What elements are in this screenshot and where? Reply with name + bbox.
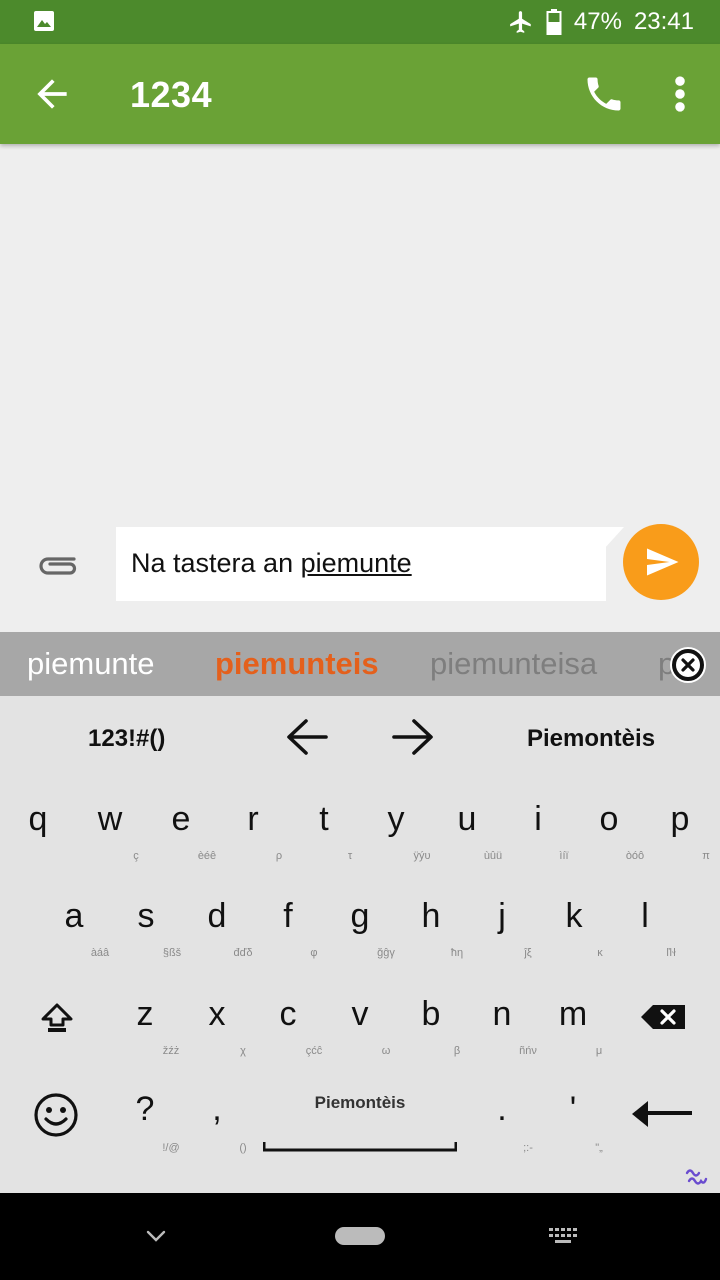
back-arrow-icon[interactable] bbox=[30, 72, 74, 116]
key-s[interactable]: s bbox=[116, 897, 176, 936]
language-key[interactable]: Piemontèis bbox=[527, 725, 655, 753]
close-circle-icon[interactable] bbox=[669, 646, 707, 684]
left-arrow-icon[interactable] bbox=[284, 716, 330, 758]
more-vert-icon[interactable] bbox=[662, 72, 698, 116]
suggestion-item-primary[interactable]: piemunteis bbox=[215, 646, 379, 682]
key-u[interactable]: u bbox=[437, 800, 497, 839]
key-g[interactable]: g bbox=[330, 897, 390, 936]
suggestion-strip: piemunte piemunteis piemunteisa p bbox=[0, 632, 720, 696]
message-text-composing: piemunte bbox=[300, 548, 412, 578]
key-d[interactable]: d bbox=[187, 897, 247, 936]
battery-icon bbox=[546, 9, 562, 35]
keyboard bbox=[0, 696, 720, 1193]
key-alternates: π bbox=[702, 850, 710, 862]
key-h[interactable]: h bbox=[401, 897, 461, 936]
key-alternates: κ bbox=[597, 947, 603, 959]
shift-icon[interactable] bbox=[40, 1001, 74, 1035]
symbols-key[interactable]: 123!#() bbox=[88, 725, 165, 753]
key-apostrophe[interactable]: ' bbox=[543, 1090, 603, 1129]
clock: 23:41 bbox=[633, 8, 694, 35]
spacebar-language-label: Piemontèis bbox=[314, 1093, 406, 1112]
emoji-icon[interactable] bbox=[33, 1092, 79, 1138]
key-p[interactable]: p bbox=[650, 800, 710, 839]
key-alternates: μ bbox=[595, 1045, 603, 1057]
key-alternates: òóô bbox=[625, 850, 645, 862]
key-v[interactable]: v bbox=[330, 995, 390, 1034]
key-t[interactable]: t bbox=[294, 800, 354, 839]
key-r[interactable]: r bbox=[223, 800, 283, 839]
right-arrow-icon[interactable] bbox=[390, 716, 436, 758]
key-alternates: ÿýυ bbox=[413, 850, 431, 862]
key-c[interactable]: c bbox=[258, 995, 318, 1034]
key-o[interactable]: o bbox=[579, 800, 639, 839]
key-x[interactable]: x bbox=[187, 995, 247, 1034]
suggestion-item[interactable]: piemunte bbox=[27, 646, 155, 682]
key-a[interactable]: a bbox=[44, 897, 104, 936]
conversation-title: 1234 bbox=[130, 74, 213, 115]
key-alternates: ìíï bbox=[559, 850, 569, 862]
key-alternates: §ßš bbox=[162, 947, 182, 959]
key-alternates: ĵξ bbox=[524, 947, 532, 959]
backspace-icon[interactable] bbox=[639, 1003, 687, 1031]
enter-icon[interactable] bbox=[630, 1098, 694, 1132]
key-n[interactable]: n bbox=[472, 995, 532, 1034]
key-alternates: ľŀł bbox=[666, 947, 676, 959]
key-alternates: ;:- bbox=[523, 1142, 533, 1154]
key-y[interactable]: y bbox=[366, 800, 426, 839]
key-question[interactable]: ? bbox=[115, 1090, 175, 1129]
key-alternates: τ bbox=[347, 850, 353, 862]
key-alternates: ħη bbox=[450, 947, 464, 959]
app-bar: 1234 bbox=[0, 44, 720, 144]
key-w[interactable]: w bbox=[80, 800, 140, 839]
keyboard-switch-icon[interactable] bbox=[548, 1227, 578, 1247]
key-alternates: χ bbox=[240, 1045, 246, 1057]
key-alternates: çćĉ bbox=[305, 1045, 323, 1057]
key-l[interactable]: l bbox=[615, 897, 675, 936]
message-text-plain: Na tastera an bbox=[131, 548, 301, 578]
key-comma[interactable]: , bbox=[187, 1090, 247, 1129]
key-alternates: ñńν bbox=[519, 1045, 537, 1057]
key-alternates: èéê bbox=[197, 850, 217, 862]
key-alternates: àáâ bbox=[90, 947, 110, 959]
key-j[interactable]: j bbox=[472, 897, 532, 936]
message-text[interactable]: Na tastera an piemunte bbox=[131, 548, 412, 579]
key-f[interactable]: f bbox=[258, 897, 318, 936]
key-q[interactable]: q bbox=[8, 800, 68, 839]
key-alternates: β bbox=[453, 1045, 461, 1057]
key-alternates: "„ bbox=[595, 1142, 603, 1154]
status-bar: 47% 23:41 bbox=[0, 0, 720, 44]
status-right: 47% 23:41 bbox=[508, 8, 694, 36]
key-alternates: žźż bbox=[162, 1045, 180, 1057]
key-z[interactable]: z bbox=[115, 995, 175, 1034]
home-pill-icon[interactable] bbox=[335, 1227, 385, 1245]
key-alternates: !/@ bbox=[162, 1142, 180, 1154]
spacebar[interactable] bbox=[263, 1142, 457, 1152]
key-alternates: φ bbox=[310, 947, 318, 959]
key-alternates: ω bbox=[381, 1045, 391, 1057]
battery-percent: 47% bbox=[573, 8, 622, 35]
key-k[interactable]: k bbox=[544, 897, 604, 936]
send-button[interactable] bbox=[623, 524, 699, 600]
compose-bubble-tail bbox=[604, 527, 624, 549]
phone-icon[interactable] bbox=[582, 72, 626, 116]
key-alternates: ùûü bbox=[483, 850, 503, 862]
key-period[interactable]: . bbox=[472, 1090, 532, 1129]
key-i[interactable]: i bbox=[508, 800, 568, 839]
navigation-bar bbox=[0, 1193, 720, 1280]
key-alternates: ρ bbox=[275, 850, 283, 862]
key-alternates: ğĝγ bbox=[377, 947, 395, 959]
paperclip-icon[interactable] bbox=[34, 545, 82, 585]
image-notification-icon bbox=[34, 11, 54, 31]
airplane-mode-icon bbox=[510, 11, 531, 33]
key-alternates: ç bbox=[133, 850, 139, 862]
key-alternates: đďδ bbox=[233, 947, 253, 959]
swipe-logo-icon bbox=[685, 1169, 708, 1185]
key-m[interactable]: m bbox=[543, 995, 603, 1034]
nav-back-chevron-icon[interactable] bbox=[146, 1229, 166, 1243]
key-b[interactable]: b bbox=[401, 995, 461, 1034]
key-e[interactable]: e bbox=[151, 800, 211, 839]
suggestion-item[interactable]: piemunteisa bbox=[430, 646, 597, 682]
send-icon bbox=[647, 548, 679, 576]
